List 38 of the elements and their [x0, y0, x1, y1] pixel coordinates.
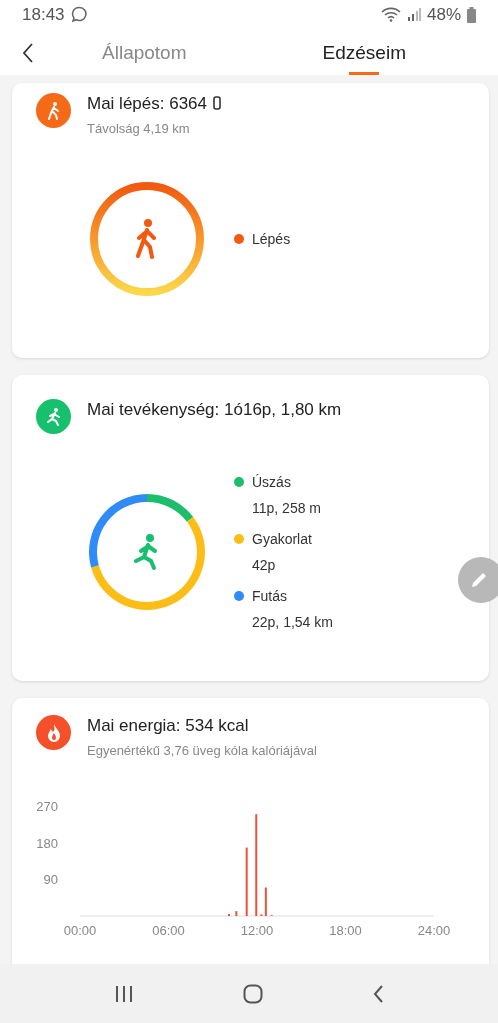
axis-label: 270 — [36, 799, 58, 815]
card-title: Mai lépés: 6364 — [87, 93, 222, 116]
band-icon — [213, 96, 222, 111]
legend-label: Futás — [252, 588, 288, 606]
axis-label: 12:00 — [240, 923, 274, 939]
legend-label: Gyakorlat — [252, 531, 312, 549]
bar — [235, 911, 238, 917]
legend-label: Lépés — [252, 230, 291, 248]
signal-icon — [406, 7, 421, 23]
pencil-icon — [469, 570, 489, 590]
back-icon[interactable] — [22, 42, 34, 63]
legend-value: 42p — [252, 557, 277, 574]
battery-icon — [467, 6, 476, 23]
axis-label: 90 — [43, 872, 58, 888]
card-title: Mai energia: 534 kcal — [87, 715, 250, 738]
wifi-icon — [380, 7, 401, 23]
clock: 18:43 — [22, 4, 65, 25]
back-icon[interactable] — [371, 983, 384, 1004]
card-subtitle: Egyenértékű 3,76 üveg kóla kalóriájával — [87, 743, 317, 759]
axis-label: 24:00 — [417, 923, 451, 939]
axis-label: 00:00 — [63, 923, 97, 939]
card-subtitle: Távolság 4,19 km — [87, 121, 191, 137]
tab[interactable]: Állapotom — [102, 29, 187, 76]
tab[interactable]: Edzéseim — [322, 29, 406, 76]
axis-label: 06:00 — [152, 923, 185, 939]
bar — [245, 848, 248, 917]
recent-apps-icon[interactable] — [114, 983, 135, 1004]
chat-icon — [70, 6, 88, 24]
running-icon — [44, 406, 63, 427]
home-icon[interactable] — [243, 983, 263, 1004]
battery-percent: 48% — [426, 4, 461, 25]
card-title: Mai tevékenység: 1ó16p, 1,80 km — [87, 399, 342, 422]
legend-value: 22p, 1,54 km — [252, 614, 333, 631]
legend-label: Úszás — [252, 474, 292, 492]
axis-label: 180 — [36, 836, 58, 852]
flame-icon — [45, 722, 62, 743]
legend-value: 11p, 258 m — [252, 500, 321, 517]
axis-label: 18:00 — [329, 923, 362, 939]
